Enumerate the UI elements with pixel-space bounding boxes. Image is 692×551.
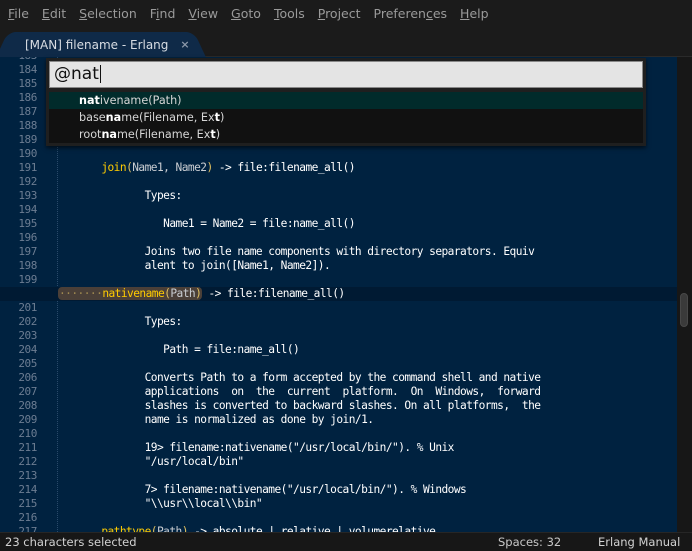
menu-bar: File Edit Selection Find View Goto Tools Projec…: [0, 0, 692, 26]
selection-status: 23 characters selected: [5, 535, 137, 549]
line-number: 190: [18, 147, 37, 160]
function-name: nativename: [102, 287, 165, 300]
code-line: ·······nativename(Path) -> file:filename…: [58, 287, 345, 300]
line-number: 206: [18, 371, 37, 384]
line-number: 198: [18, 259, 37, 272]
line-number: 207: [18, 385, 37, 398]
line-number: 195: [18, 217, 37, 230]
code-line: slashes is converted to backward slashes…: [58, 399, 541, 412]
menu-find[interactable]: Find: [145, 6, 181, 21]
code-line: 7> filename:nativename("/usr/local/bin/"…: [58, 483, 467, 496]
function-name: pathtype: [101, 525, 151, 532]
text-selection: ·······nativename(Path): [58, 287, 203, 300]
line-number: 212: [18, 455, 37, 468]
menu-goto[interactable]: Goto: [226, 6, 266, 21]
code-line: Name1 = Name2 = file:name_all(): [58, 217, 355, 230]
menu-project[interactable]: Project: [313, 6, 366, 21]
tab-filename-erlang[interactable]: [MAN] filename - Erlang ×: [8, 32, 194, 57]
goto-symbol-input[interactable]: @nat: [49, 61, 643, 88]
line-number: 214: [18, 483, 37, 496]
line-number: 191: [18, 161, 37, 174]
line-number: 205: [18, 357, 37, 370]
line-number: 204: [18, 343, 37, 356]
line-number: 186: [18, 91, 37, 104]
code-line: 19> filename:nativename("/usr/local/bin/…: [58, 441, 455, 454]
line-number: 210: [18, 427, 37, 440]
goto-result-item[interactable]: rootname(Filename, Ext): [49, 126, 643, 143]
line-number: 216: [18, 511, 37, 524]
code-line: alent to join([Name1, Name2]).: [58, 259, 331, 272]
line-number: 193: [18, 189, 37, 202]
code-line: applications on the current platform. On…: [58, 385, 541, 398]
line-number: 211: [18, 441, 37, 454]
goto-result-item[interactable]: nativename(Path): [49, 92, 643, 109]
tab-title: [MAN] filename - Erlang: [25, 37, 169, 52]
menu-preferences[interactable]: Preferences: [369, 6, 453, 21]
code-line: Joins two file name components with dire…: [58, 245, 535, 258]
goto-symbol-panel: @nat nativename(Path) basename(Filename, …: [46, 58, 646, 146]
code-line: join(Name1, Name2) -> file:filename_all(…: [101, 161, 355, 174]
code-line: "/usr/local/bin": [58, 455, 245, 468]
goto-query-text: @nat: [54, 64, 99, 84]
function-name: join: [101, 161, 127, 174]
line-number: 213: [18, 469, 37, 482]
line-number: 217: [18, 525, 37, 532]
goto-results-list: nativename(Path) basename(Filename, Ext) r…: [49, 92, 643, 143]
syntax-selector[interactable]: Erlang Manual: [598, 535, 680, 549]
line-number: 189: [18, 133, 37, 146]
line-number: 202: [18, 315, 37, 328]
code-line: name is normalized as done by join/1.: [58, 413, 374, 426]
menu-tools[interactable]: Tools: [269, 6, 310, 21]
line-number: 188: [18, 119, 37, 132]
line-number: 215: [18, 497, 37, 510]
goto-result-item[interactable]: basename(Filename, Ext): [49, 109, 643, 126]
line-number: 197: [18, 245, 37, 258]
code-line: Path = file:name_all(): [58, 343, 300, 356]
menu-edit[interactable]: Edit: [37, 6, 71, 21]
line-number: 203: [18, 329, 37, 342]
menu-file[interactable]: File: [3, 6, 34, 21]
code-line: pathtype(Path) -> absolute | relative | …: [58, 525, 436, 532]
line-number: 184: [18, 63, 37, 76]
tab-bar: [MAN] filename - Erlang ×: [0, 26, 692, 57]
line-number: 199: [18, 273, 37, 286]
menu-help[interactable]: Help: [455, 6, 494, 21]
line-number: 192: [18, 175, 37, 188]
line-number: 196: [18, 231, 37, 244]
text-caret: [99, 65, 101, 83]
status-bar: 23 characters selected Spaces: 32 Erlang…: [0, 532, 692, 551]
vertical-scrollbar[interactable]: [677, 57, 692, 532]
line-number: 201: [18, 301, 37, 314]
indentation-setting[interactable]: Spaces: 32: [498, 535, 561, 549]
line-number: 187: [18, 105, 37, 118]
code-line: Types:: [58, 189, 183, 202]
menu-view[interactable]: View: [183, 6, 223, 21]
close-icon[interactable]: ×: [180, 38, 189, 51]
menu-selection[interactable]: Selection: [74, 6, 142, 21]
scrollbar-thumb[interactable]: [680, 293, 688, 327]
line-number: 209: [18, 413, 37, 426]
code-line: Converts Path to a form accepted by the …: [58, 371, 541, 384]
line-number: 185: [18, 77, 37, 90]
line-number: 194: [18, 203, 37, 216]
code-line: Types:: [58, 315, 183, 328]
code-line: "\\usr\\local\\bin": [58, 497, 263, 510]
line-number: 208: [18, 399, 37, 412]
